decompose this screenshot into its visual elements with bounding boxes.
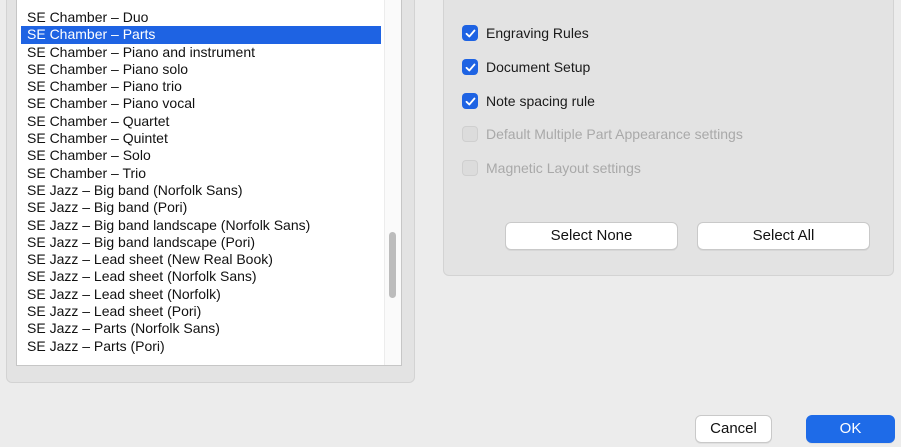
ok-button[interactable]: OK [806, 415, 895, 443]
import-options-panel: Engraving Rules Document Setup Note spac… [443, 0, 894, 276]
scrollbar-thumb[interactable] [389, 232, 396, 298]
checkbox-checked-icon[interactable] [462, 93, 478, 109]
template-list-item[interactable]: SE Jazz – Parts (Norfolk Sans) [21, 320, 381, 337]
template-list-item[interactable]: SE Jazz – Lead sheet (New Real Book) [21, 251, 381, 268]
template-list-item[interactable]: SE Chamber – Piano and instrument [21, 44, 381, 61]
template-list-item[interactable]: SE Chamber – Duo [21, 9, 381, 26]
template-list-item[interactable]: SE Jazz – Big band landscape (Pori) [21, 234, 381, 251]
option-label: Engraving Rules [486, 25, 589, 41]
option-default-multiple-part-appearance: Default Multiple Part Appearance setting… [462, 124, 743, 144]
list-scrollbar[interactable] [384, 0, 401, 365]
option-label: Default Multiple Part Appearance setting… [486, 126, 743, 142]
template-list-items: SE Chamber – Duo SE Chamber – Parts SE Cha… [21, 9, 381, 355]
select-none-button[interactable]: Select None [505, 222, 678, 250]
checkbox-checked-icon[interactable] [462, 25, 478, 41]
template-list-item[interactable]: SE Jazz – Big band (Norfolk Sans) [21, 182, 381, 199]
option-engraving-rules[interactable]: Engraving Rules [462, 23, 589, 43]
checkbox-unchecked-icon [462, 126, 478, 142]
template-list-item[interactable]: SE Jazz – Lead sheet (Norfolk) [21, 286, 381, 303]
option-document-setup[interactable]: Document Setup [462, 57, 590, 77]
option-magnetic-layout: Magnetic Layout settings [462, 158, 641, 178]
template-list-item[interactable]: SE Chamber – Parts [21, 26, 381, 44]
template-list-item[interactable]: SE Chamber – Solo [21, 147, 381, 164]
template-list-item[interactable]: SE Chamber – Trio [21, 165, 381, 182]
template-list-item[interactable]: SE Chamber – Quartet [21, 113, 381, 130]
template-list-item[interactable]: SE Jazz – Big band landscape (Norfolk Sa… [21, 217, 381, 234]
option-label: Magnetic Layout settings [486, 160, 641, 176]
option-label: Document Setup [486, 59, 591, 75]
template-list-item[interactable]: SE Jazz – Big band (Pori) [21, 199, 381, 216]
checkbox-checked-icon[interactable] [462, 59, 478, 75]
template-list-item[interactable]: SE Jazz – Parts (Pori) [21, 338, 381, 355]
template-list-item[interactable]: SE Chamber – Quintet [21, 130, 381, 147]
template-list-item[interactable]: SE Chamber – Piano vocal [21, 95, 381, 112]
checkbox-unchecked-icon [462, 160, 478, 176]
template-list-item[interactable]: SE Chamber – Piano trio [21, 78, 381, 95]
template-list-item[interactable]: SE Chamber – Piano solo [21, 61, 381, 78]
template-list-item[interactable]: SE Jazz – Lead sheet (Norfolk Sans) [21, 268, 381, 285]
template-list-item[interactable]: SE Jazz – Lead sheet (Pori) [21, 303, 381, 320]
cancel-button[interactable]: Cancel [695, 415, 772, 443]
select-all-button[interactable]: Select All [697, 222, 870, 250]
option-label: Note spacing rule [486, 93, 595, 109]
template-list[interactable]: SE Chamber – Duo SE Chamber – Parts SE Cha… [16, 0, 402, 366]
option-note-spacing-rule[interactable]: Note spacing rule [462, 91, 595, 111]
